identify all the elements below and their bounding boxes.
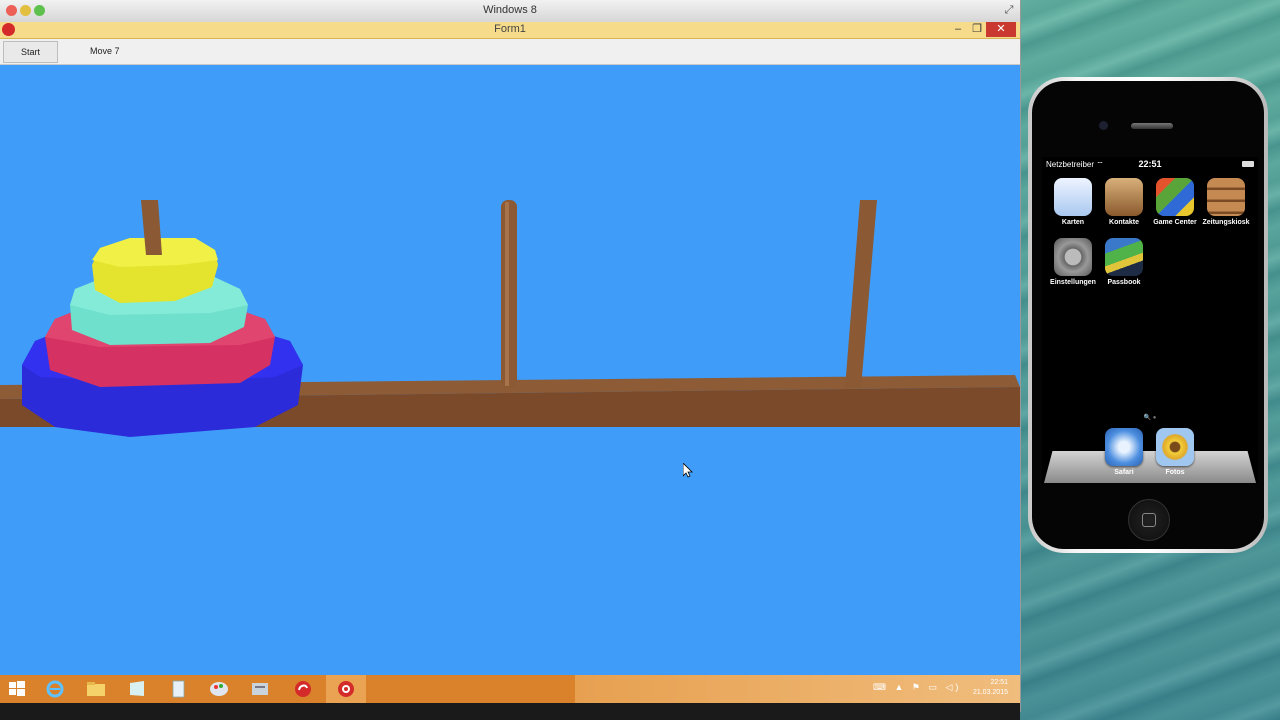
- app-karten[interactable]: Karten: [1047, 178, 1099, 226]
- taskbar-clock[interactable]: 22:51 21.03.2015: [973, 678, 1008, 698]
- host-window-bottom-bar: [0, 703, 1020, 712]
- form1-app-icon: [338, 681, 354, 697]
- newsstand-icon: [1207, 178, 1245, 216]
- form-title: Form1: [494, 23, 526, 35]
- app-safari[interactable]: Safari: [1098, 428, 1150, 476]
- taskbar-time: 22:51: [990, 679, 1008, 686]
- hanoi-scene: [0, 200, 1020, 437]
- file-explorer-icon[interactable]: [83, 679, 109, 699]
- ios-clock: 22:51: [1138, 159, 1162, 169]
- hanoi-app-icon[interactable]: [290, 679, 316, 699]
- fullscreen-icon[interactable]: ⤢: [1002, 3, 1016, 17]
- hanoi-3d-viewport[interactable]: [0, 65, 1020, 675]
- app-einstellungen[interactable]: Einstellungen: [1047, 238, 1099, 286]
- peg-right: [845, 200, 877, 388]
- minimize-button[interactable]: –: [948, 22, 968, 37]
- iphone-screen[interactable]: Netzbetreiber ⌔ 22:51 Karten Kontakte Ga…: [1042, 157, 1258, 483]
- maps-icon: [1054, 178, 1092, 216]
- restore-button[interactable]: ❐: [968, 22, 986, 37]
- store-icon[interactable]: [124, 679, 150, 699]
- photos-icon: [1156, 428, 1194, 466]
- app-zeitungskiosk[interactable]: Zeitungskiosk: [1200, 178, 1252, 226]
- host-vm-window: Windows 8 ⤢ Form1 – ❐ ✕ Start Move 7 ⌨ ▲…: [0, 0, 1021, 712]
- settings-app-icon[interactable]: [247, 679, 273, 699]
- calculator-icon[interactable]: [165, 679, 191, 699]
- contacts-icon: [1105, 178, 1143, 216]
- system-tray[interactable]: ⌨ ▲ ⚑ ▭ ◁): [873, 682, 961, 693]
- earpiece-speaker: [1131, 123, 1173, 129]
- mouse-cursor-icon: [683, 463, 693, 478]
- host-window-title: Windows 8: [483, 4, 537, 16]
- iphone-body: Netzbetreiber ⌔ 22:51 Karten Kontakte Ga…: [1032, 81, 1264, 549]
- page-indicator[interactable]: 🔍 ●: [1042, 414, 1258, 421]
- passbook-icon: [1105, 238, 1143, 276]
- screen-root: Windows 8 ⤢ Form1 – ❐ ✕ Start Move 7 ⌨ ▲…: [0, 0, 1280, 720]
- close-button[interactable]: ✕: [986, 22, 1016, 37]
- taskbar-date: 21.03.2015: [972, 689, 1008, 696]
- iphone-simulator: Netzbetreiber ⌔ 22:51 Karten Kontakte Ga…: [1028, 77, 1268, 553]
- app-game-center[interactable]: Game Center: [1149, 178, 1201, 226]
- app-passbook[interactable]: Passbook: [1098, 238, 1150, 286]
- form-titlebar[interactable]: Form1 – ❐ ✕: [0, 22, 1020, 39]
- form-toolbar: Start Move 7: [0, 39, 1020, 65]
- start-button[interactable]: Start: [3, 41, 58, 63]
- paint-icon[interactable]: [206, 679, 232, 699]
- host-titlebar[interactable]: Windows 8 ⤢: [0, 0, 1020, 23]
- windows-taskbar: ⌨ ▲ ⚑ ▭ ◁) 22:51 21.03.2015: [0, 675, 1020, 703]
- game-center-icon: [1156, 178, 1194, 216]
- active-taskbar-slot[interactable]: [326, 675, 366, 703]
- windows-start-icon[interactable]: [4, 679, 30, 699]
- settings-icon: [1054, 238, 1092, 276]
- app-fotos[interactable]: Fotos: [1149, 428, 1201, 476]
- battery-icon: [1242, 161, 1254, 167]
- app-kontakte[interactable]: Kontakte: [1098, 178, 1150, 226]
- peg-middle-highlight: [505, 202, 509, 386]
- safari-icon: [1105, 428, 1143, 466]
- home-button[interactable]: [1128, 499, 1170, 541]
- home-square-icon: [1142, 513, 1156, 527]
- front-camera-icon: [1099, 121, 1108, 130]
- move-counter-label: Move 7: [90, 46, 120, 56]
- internet-explorer-icon[interactable]: [42, 679, 68, 699]
- ios-status-bar: Netzbetreiber ⌔ 22:51: [1042, 157, 1258, 171]
